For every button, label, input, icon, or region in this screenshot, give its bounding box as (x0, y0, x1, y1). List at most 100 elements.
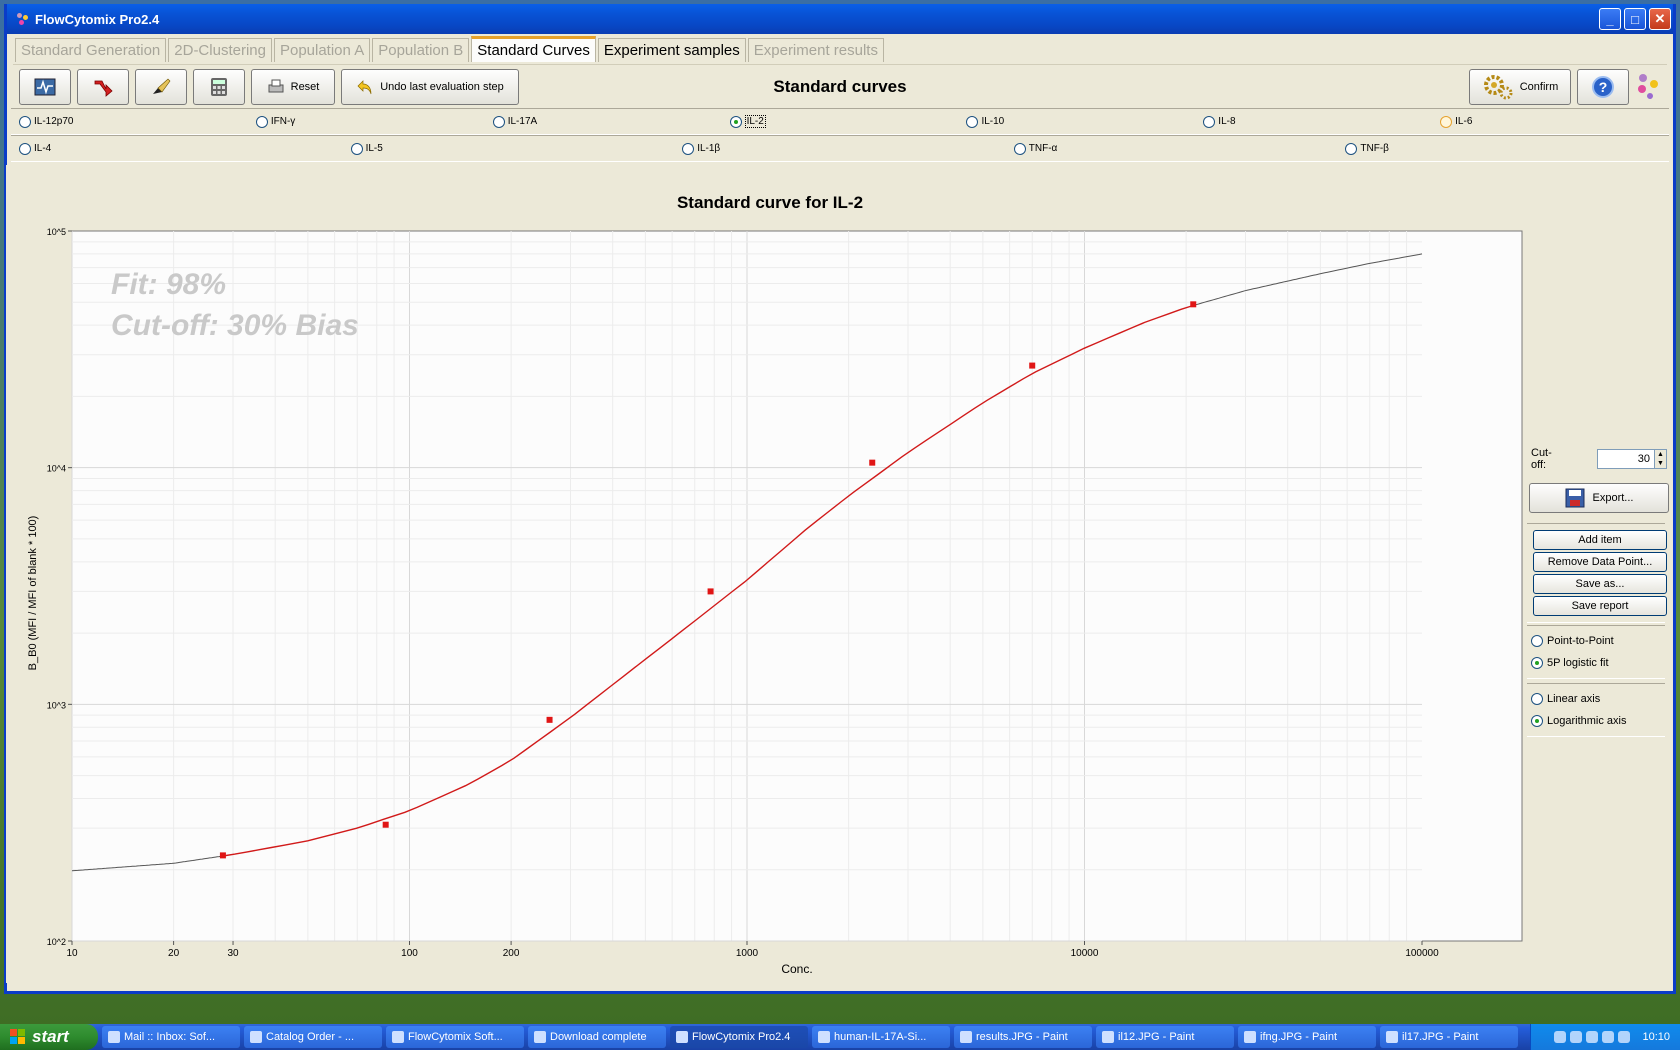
tab-experiment-results[interactable]: Experiment results (747, 38, 884, 62)
analyte-radio[interactable] (1203, 115, 1216, 128)
stepper-up-icon[interactable]: ▲ (1655, 450, 1666, 459)
app-icon (534, 1031, 546, 1043)
analyte-option-r2-4[interactable]: TNF-β (1337, 142, 1669, 155)
tab-standard-curves[interactable]: Standard Curves (471, 36, 596, 62)
back-button[interactable] (77, 68, 129, 105)
taskbar-item[interactable]: Catalog Order - ... (244, 1026, 382, 1048)
tray-icon[interactable] (1618, 1031, 1631, 1043)
title-bar[interactable]: FlowCytomix Pro2.4 _ □ ✕ (7, 4, 1673, 34)
analyte-radio[interactable] (255, 115, 268, 128)
analyte-radio[interactable] (682, 142, 695, 155)
reset-label: Reset (290, 80, 320, 93)
taskbar-item[interactable]: il17.JPG - Paint (1380, 1026, 1518, 1048)
analyte-option-r1-5[interactable]: IL-8 (1195, 115, 1432, 128)
analyte-option-r1-0[interactable]: IL-12p70 (11, 115, 248, 128)
analyte-option-r1-3[interactable]: IL-2 (722, 115, 959, 128)
brush-button[interactable] (135, 68, 187, 105)
analyte-option-r2-3[interactable]: TNF-α (1006, 142, 1338, 155)
analyte-radio[interactable] (966, 115, 979, 128)
analyte-radio[interactable] (729, 115, 742, 128)
x-tick-label: 10 (66, 948, 78, 959)
calculator-button[interactable] (193, 68, 245, 105)
taskbar-item[interactable]: Download complete (528, 1026, 666, 1048)
taskbar-item[interactable]: FlowCytomix Soft... (386, 1026, 524, 1048)
start-button[interactable]: start (0, 1024, 98, 1050)
analyte-label: IFN-γ (270, 116, 296, 127)
logistic-fit-radio[interactable] (1531, 657, 1543, 669)
standard-curve-chart: Standard curve for IL-2 10 20 30 100 200 1000… (27, 193, 1523, 976)
taskbar-item-label: human-IL-17A-Si... (834, 1031, 927, 1043)
log-axis-option[interactable]: Logarithmic axis (1529, 710, 1663, 732)
analyte-radio[interactable] (19, 142, 31, 155)
analyte-option-r1-1[interactable]: IFN-γ (248, 115, 485, 128)
analyte-radio[interactable] (19, 115, 31, 128)
analyte-option-r2-2[interactable]: IL-1β (674, 142, 1006, 155)
taskbar-item[interactable]: FlowCytomix Pro2.4 (670, 1026, 808, 1048)
tab-experiment-samples[interactable]: Experiment samples (597, 38, 746, 62)
standard-data-point[interactable] (219, 852, 226, 859)
add-item-button[interactable]: Add item (1533, 530, 1667, 550)
analyte-option-r1-2[interactable]: IL-17A (485, 115, 722, 128)
tab-population-a[interactable]: Population A (273, 38, 371, 62)
tab-population-b[interactable]: Population B (372, 38, 470, 62)
confirm-button[interactable]: Confirm (1469, 68, 1571, 105)
logistic-fit-option[interactable]: 5P logistic fit (1529, 652, 1663, 674)
linear-axis-radio[interactable] (1531, 693, 1543, 705)
tab-standard-generation[interactable]: Standard Generation (15, 38, 167, 62)
taskbar-item[interactable]: human-IL-17A-Si... (812, 1026, 950, 1048)
standard-data-point[interactable] (707, 588, 714, 595)
undo-button[interactable]: Undo last evaluation step (341, 68, 519, 105)
logistic-fit-label: 5P logistic fit (1547, 657, 1609, 669)
taskbar-item[interactable]: il12.JPG - Paint (1096, 1026, 1234, 1048)
standard-data-point[interactable] (869, 459, 876, 466)
system-tray: 10:10 (1530, 1024, 1680, 1050)
app-icon (1244, 1031, 1256, 1043)
taskbar-item-label: Download complete (550, 1031, 647, 1043)
minimize-button[interactable]: _ (1599, 8, 1621, 30)
analyte-label: IL-1β (697, 143, 721, 154)
taskbar-item-label: il12.JPG - Paint (1118, 1031, 1195, 1043)
linear-axis-option[interactable]: Linear axis (1529, 688, 1663, 710)
save-report-button[interactable]: Save report (1533, 596, 1667, 616)
tray-icon[interactable] (1586, 1031, 1599, 1043)
standard-data-point[interactable] (1190, 301, 1197, 308)
taskbar-item[interactable]: ifng.JPG - Paint (1238, 1026, 1376, 1048)
analyte-radio[interactable] (1013, 142, 1026, 155)
analyte-option-r1-6[interactable]: IL-6 (1432, 115, 1669, 128)
taskbar-item[interactable]: results.JPG - Paint (954, 1026, 1092, 1048)
tab-2d-clustering[interactable]: 2D-Clustering (168, 38, 272, 62)
standard-data-point[interactable] (1029, 362, 1036, 369)
help-button[interactable]: ? (1577, 68, 1629, 105)
cutoff-stepper[interactable]: ▲ ▼ (1655, 449, 1667, 469)
app-icon (676, 1031, 688, 1043)
export-button[interactable]: Export... (1529, 483, 1669, 513)
linear-axis-label: Linear axis (1547, 693, 1601, 705)
tray-icon[interactable] (1554, 1031, 1567, 1043)
tray-icon[interactable] (1602, 1031, 1615, 1043)
analyte-option-r1-4[interactable]: IL-10 (958, 115, 1195, 128)
y-tick-label: 10^4 (47, 464, 66, 474)
calculator-icon (211, 77, 227, 96)
save-as-button[interactable]: Save as... (1533, 574, 1667, 594)
stepper-down-icon[interactable]: ▼ (1655, 459, 1666, 468)
analyte-option-r2-0[interactable]: IL-4 (11, 142, 343, 155)
close-button[interactable]: ✕ (1649, 8, 1671, 30)
y-axis-label: B_B0 (MFI / MFI of blank * 100) (27, 516, 39, 671)
analyte-radio[interactable] (1345, 142, 1358, 155)
waveform-button[interactable] (19, 68, 71, 105)
maximize-button[interactable]: □ (1624, 8, 1646, 30)
standard-data-point[interactable] (546, 716, 553, 723)
analyte-radio[interactable] (350, 142, 363, 155)
cutoff-spinner[interactable] (1597, 449, 1655, 469)
analyte-radio[interactable] (492, 115, 505, 128)
tray-icon[interactable] (1570, 1031, 1583, 1043)
point-to-point-option[interactable]: Point-to-Point (1529, 630, 1663, 652)
remove-data-point-button[interactable]: Remove Data Point... (1533, 552, 1667, 572)
log-axis-radio[interactable] (1531, 715, 1543, 727)
analyte-option-r2-1[interactable]: IL-5 (343, 142, 675, 155)
reset-button[interactable]: Reset (251, 68, 335, 105)
standard-data-point[interactable] (382, 821, 389, 828)
taskbar-item[interactable]: Mail :: Inbox: Sof... (102, 1026, 240, 1048)
point-to-point-radio[interactable] (1531, 635, 1543, 647)
analyte-radio[interactable] (1440, 115, 1453, 128)
